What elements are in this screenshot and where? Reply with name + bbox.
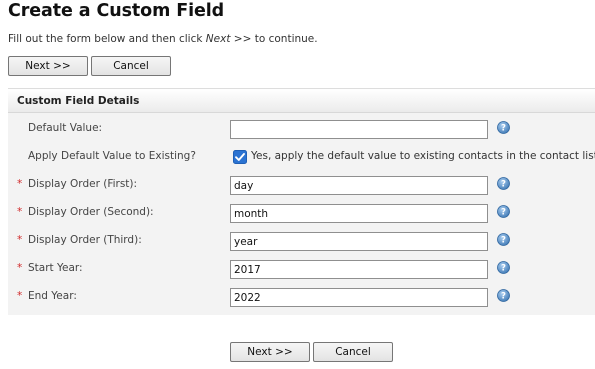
instructions-after: to continue. bbox=[251, 33, 318, 45]
display-order-second-label: * Display Order (Second): bbox=[17, 206, 154, 218]
default-value-label: Default Value: bbox=[28, 122, 103, 134]
help-icon[interactable]: ? bbox=[497, 121, 510, 134]
help-icon[interactable]: ? bbox=[497, 233, 510, 246]
next-button-top[interactable]: Next >> bbox=[8, 56, 88, 76]
help-icon[interactable]: ? bbox=[497, 177, 510, 190]
start-year-input[interactable] bbox=[230, 260, 488, 279]
display-order-first-input[interactable] bbox=[230, 176, 488, 195]
display-order-second-input[interactable] bbox=[230, 204, 488, 223]
help-icon[interactable]: ? bbox=[497, 261, 510, 274]
apply-default-checkbox[interactable] bbox=[233, 149, 247, 164]
cancel-button-bottom[interactable]: Cancel bbox=[313, 342, 393, 362]
svg-text:?: ? bbox=[501, 236, 506, 246]
svg-text:?: ? bbox=[501, 180, 506, 190]
create-custom-field-page: Create a Custom Field Fill out the form … bbox=[0, 0, 595, 369]
instructions-before: Fill out the form below and then click bbox=[8, 33, 206, 45]
end-year-input[interactable] bbox=[230, 288, 488, 307]
instructions-emphasis: Next >> bbox=[205, 33, 252, 45]
end-year-label: * End Year: bbox=[17, 290, 77, 302]
help-icon[interactable]: ? bbox=[497, 289, 510, 302]
start-year-label: * Start Year: bbox=[17, 262, 83, 274]
svg-text:?: ? bbox=[501, 292, 506, 302]
svg-text:?: ? bbox=[501, 124, 506, 134]
svg-text:?: ? bbox=[501, 208, 506, 218]
panel-title: Custom Field Details bbox=[17, 95, 140, 107]
cancel-button-top[interactable]: Cancel bbox=[91, 56, 171, 76]
svg-text:?: ? bbox=[501, 264, 506, 274]
help-icon[interactable]: ? bbox=[497, 205, 510, 218]
next-button-bottom[interactable]: Next >> bbox=[230, 342, 310, 362]
apply-default-checkbox-text: Yes, apply the default value to existing… bbox=[251, 150, 595, 162]
apply-default-label: Apply Default Value to Existing? bbox=[28, 150, 196, 162]
page-title: Create a Custom Field bbox=[8, 1, 225, 21]
instructions-text: Fill out the form below and then click N… bbox=[8, 33, 318, 45]
display-order-first-label: * Display Order (First): bbox=[17, 178, 138, 190]
custom-field-details-panel: Custom Field Details Default Value: ? Ap… bbox=[8, 88, 595, 315]
display-order-third-label: * Display Order (Third): bbox=[17, 234, 142, 246]
default-value-input[interactable] bbox=[230, 120, 488, 139]
panel-header: Custom Field Details bbox=[8, 89, 595, 113]
checkbox-checked-icon bbox=[233, 150, 247, 164]
display-order-third-input[interactable] bbox=[230, 232, 488, 251]
